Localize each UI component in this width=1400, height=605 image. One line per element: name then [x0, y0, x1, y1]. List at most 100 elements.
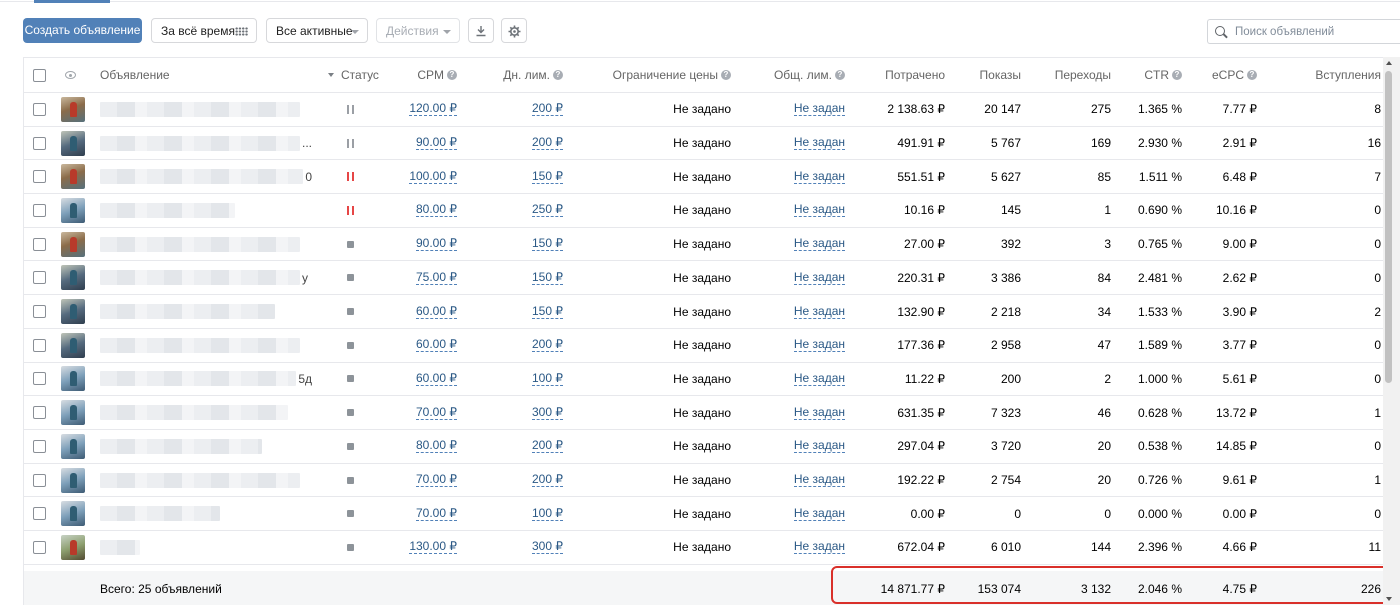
stop-icon[interactable]: [347, 409, 354, 417]
status-filter-select[interactable]: Все активные: [266, 18, 368, 43]
help-icon[interactable]: ?: [721, 70, 731, 80]
total-limit-value[interactable]: Не задан: [793, 203, 845, 218]
total-limit-value[interactable]: Не задан: [793, 473, 845, 488]
ad-thumbnail[interactable]: [61, 231, 85, 257]
search-input[interactable]: [1235, 23, 1395, 41]
table-row[interactable]: 60.00 ₽ 200 ₽ Не задано Не задан 177.36 ₽ 2 9…: [24, 329, 1384, 363]
header-ctr[interactable]: CTR?: [1124, 58, 1182, 92]
stop-icon[interactable]: [347, 341, 354, 349]
cpm-value[interactable]: 90.00 ₽: [416, 136, 457, 151]
cpm-value[interactable]: 75.00 ₽: [416, 270, 457, 285]
ad-name-cell[interactable]: [100, 329, 312, 362]
cpm-value[interactable]: 60.00 ₽: [416, 304, 457, 319]
total-limit-value[interactable]: Не задан: [793, 237, 845, 252]
table-row[interactable]: 130.00 ₽ 300 ₽ Не задано Не задан 672.04 ₽ 6 …: [24, 531, 1384, 565]
table-row[interactable]: ... 90.00 ₽ 200 ₽ Не задано Не задан 491.91 ₽…: [24, 127, 1384, 161]
ad-thumbnail[interactable]: [61, 130, 85, 156]
daily-limit-value[interactable]: 150 ₽: [532, 169, 563, 184]
period-select[interactable]: За всё время: [151, 18, 257, 43]
daily-limit-value[interactable]: 200 ₽: [532, 136, 563, 151]
table-row[interactable]: 70.00 ₽ 100 ₽ Не задано Не задан 0.00 ₽ 0 0 0.0…: [24, 497, 1384, 532]
cpm-value[interactable]: 120.00 ₽: [409, 102, 457, 117]
ad-thumbnail[interactable]: [61, 366, 85, 392]
header-joins[interactable]: Вступления: [1274, 58, 1381, 92]
row-checkbox[interactable]: [33, 203, 46, 217]
table-row[interactable]: 60.00 ₽ 150 ₽ Не задано Не задан 132.90 ₽ 2 2…: [24, 295, 1384, 329]
stop-icon[interactable]: [347, 510, 354, 518]
total-limit-value[interactable]: Не задан: [793, 270, 845, 285]
actions-select[interactable]: Действия: [376, 18, 460, 43]
stop-icon[interactable]: [347, 543, 354, 551]
ad-name-cell[interactable]: [100, 497, 312, 530]
stop-icon[interactable]: [347, 442, 354, 450]
cpm-value[interactable]: 60.00 ₽: [416, 338, 457, 353]
daily-limit-value[interactable]: 150 ₽: [532, 237, 563, 252]
ad-thumbnail[interactable]: [61, 299, 85, 325]
row-checkbox[interactable]: [33, 237, 46, 251]
download-button[interactable]: [468, 18, 494, 43]
help-icon[interactable]: ?: [1247, 70, 1257, 80]
ad-name-cell[interactable]: [100, 194, 312, 227]
table-row[interactable]: 5д 60.00 ₽100 ₽ Не задано Не задан 11.22 ₽20…: [24, 363, 1384, 397]
cpm-value[interactable]: 70.00 ₽: [416, 473, 457, 488]
cpm-value[interactable]: 70.00 ₽: [416, 405, 457, 420]
pause-icon[interactable]: [347, 172, 354, 182]
header-ad[interactable]: Объявление: [100, 58, 312, 92]
scroll-down-arrow-icon[interactable]: [1386, 597, 1392, 601]
ad-name-cell[interactable]: [100, 464, 312, 497]
pause-icon[interactable]: [347, 104, 354, 114]
ad-name-cell[interactable]: 0: [100, 160, 312, 193]
header-cpm[interactable]: CPM?: [394, 58, 457, 92]
select-all-checkbox[interactable]: [33, 68, 46, 82]
row-checkbox[interactable]: [33, 473, 46, 487]
header-ecpc[interactable]: eCPC?: [1194, 58, 1257, 92]
row-checkbox[interactable]: [33, 102, 46, 116]
cpm-value[interactable]: 80.00 ₽: [416, 439, 457, 454]
settings-button[interactable]: [501, 18, 527, 43]
pause-icon[interactable]: [347, 205, 354, 215]
ad-name-cell[interactable]: [100, 430, 312, 463]
total-limit-value[interactable]: Не задан: [793, 169, 845, 184]
sort-indicator[interactable]: [328, 58, 338, 92]
cpm-value[interactable]: 100.00 ₽: [409, 169, 457, 184]
cpm-value[interactable]: 90.00 ₽: [416, 237, 457, 252]
ad-thumbnail[interactable]: [61, 534, 85, 560]
total-limit-value[interactable]: Не задан: [793, 506, 845, 521]
help-icon[interactable]: ?: [835, 70, 845, 80]
row-checkbox[interactable]: [33, 372, 46, 386]
stop-icon[interactable]: [347, 308, 354, 316]
table-row[interactable]: у 75.00 ₽ 150 ₽ Не задано Не задан 220.31 ₽ 3 …: [24, 262, 1384, 296]
stop-icon[interactable]: [347, 240, 354, 248]
eye-icon[interactable]: [65, 71, 76, 79]
cpm-value[interactable]: 70.00 ₽: [416, 506, 457, 521]
row-checkbox[interactable]: [33, 305, 46, 319]
table-row[interactable]: 80.00 ₽ 250 ₽ Не задано Не задан 10.16 ₽ 145 1…: [24, 194, 1384, 228]
daily-limit-value[interactable]: 300 ₽: [532, 540, 563, 555]
total-limit-value[interactable]: Не задан: [793, 439, 845, 454]
table-scrollbar[interactable]: [1383, 57, 1400, 605]
total-limit-value[interactable]: Не задан: [793, 338, 845, 353]
ad-name-cell[interactable]: 5д: [100, 363, 312, 396]
header-spent[interactable]: Потрачено: [872, 58, 945, 92]
ad-name-cell[interactable]: [100, 295, 312, 328]
daily-limit-value[interactable]: 150 ₽: [532, 304, 563, 319]
header-status[interactable]: Статус: [341, 58, 381, 92]
ad-thumbnail[interactable]: [61, 501, 85, 527]
ad-name-cell[interactable]: [100, 93, 312, 126]
row-checkbox[interactable]: [33, 406, 46, 420]
ad-name-cell[interactable]: [100, 531, 312, 564]
row-checkbox[interactable]: [33, 507, 46, 521]
daily-limit-value[interactable]: 250 ₽: [532, 203, 563, 218]
row-checkbox[interactable]: [33, 439, 46, 453]
stop-icon[interactable]: [347, 274, 354, 282]
table-row[interactable]: 0 100.00 ₽ 150 ₽ Не задано Не задан 551.51 ₽ 5…: [24, 160, 1384, 195]
total-limit-value[interactable]: Не задан: [793, 136, 845, 151]
row-checkbox[interactable]: [33, 271, 46, 285]
total-limit-value[interactable]: Не задан: [793, 371, 845, 386]
scroll-thumb[interactable]: [1385, 71, 1392, 383]
ad-thumbnail[interactable]: [61, 265, 85, 291]
total-limit-value[interactable]: Не задан: [793, 540, 845, 555]
help-icon[interactable]: ?: [447, 70, 457, 80]
ad-thumbnail[interactable]: [61, 96, 85, 122]
table-row[interactable]: 70.00 ₽ 300 ₽ Не задано Не задан 631.35 ₽ 7 3…: [24, 396, 1384, 430]
